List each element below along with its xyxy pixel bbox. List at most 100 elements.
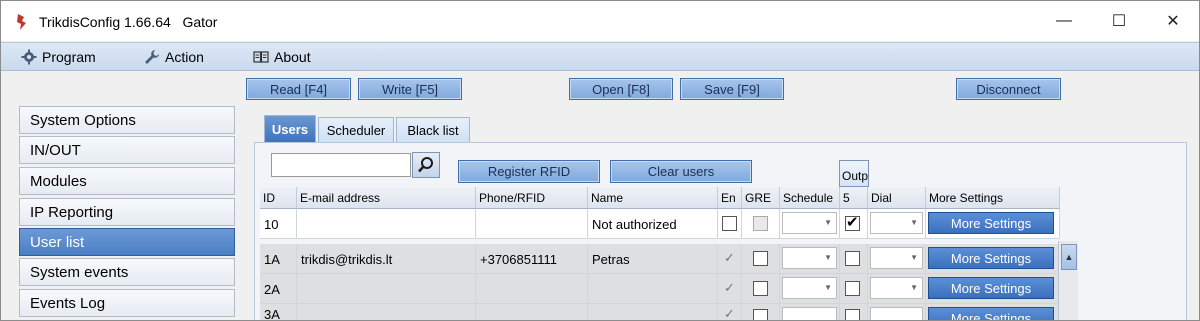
cell-name[interactable]: Petras: [588, 244, 718, 274]
sidebar-item-in-out[interactable]: IN/OUT: [19, 136, 235, 164]
sidebar-item-system-events[interactable]: System events: [19, 258, 235, 286]
menu-about[interactable]: About: [253, 49, 311, 65]
menu-program[interactable]: Program: [21, 49, 96, 65]
cell-email[interactable]: [297, 304, 476, 320]
cell-email[interactable]: [297, 209, 476, 239]
out5-checkbox[interactable]: [845, 309, 860, 320]
dial-select[interactable]: [870, 307, 923, 320]
schedule-select[interactable]: ▼: [782, 247, 837, 269]
register-rfid-button[interactable]: Register RFID: [458, 160, 600, 183]
cell-out5: [840, 304, 868, 320]
maximize-button[interactable]: ☐: [1094, 1, 1144, 41]
cell-schedule: ▼: [780, 244, 840, 274]
sidebar-item-system-options[interactable]: System Options: [19, 106, 235, 134]
cell-email[interactable]: [297, 274, 476, 304]
dropdown-arrow-icon: ▼: [824, 218, 832, 227]
cell-phone[interactable]: [476, 209, 588, 239]
search-input[interactable]: [271, 153, 411, 177]
close-button[interactable]: ✕: [1148, 1, 1198, 41]
write-button[interactable]: Write [F5]: [358, 78, 462, 100]
more-settings-button[interactable]: More Settings: [928, 212, 1054, 234]
clear-users-button[interactable]: Clear users: [610, 160, 752, 183]
tab-scheduler[interactable]: Scheduler: [318, 117, 394, 142]
column-header-phone[interactable]: Phone/RFID: [476, 187, 588, 209]
dropdown-arrow-icon: ▼: [910, 253, 918, 262]
cell-en: ✓: [718, 304, 742, 320]
table-scrollbar[interactable]: ▲: [1058, 241, 1078, 320]
cell-id[interactable]: 2A: [260, 274, 297, 304]
cell-dial: ▼: [868, 209, 926, 239]
sidebar-item-ip-reporting[interactable]: IP Reporting: [19, 198, 235, 226]
column-header-out5[interactable]: 5: [840, 187, 868, 209]
sidebar-item-modules[interactable]: Modules: [19, 167, 235, 195]
open-button[interactable]: Open [F8]: [569, 78, 673, 100]
schedule-select[interactable]: [782, 307, 837, 320]
tab-black-list[interactable]: Black list: [396, 117, 470, 142]
out5-checkbox[interactable]: ✔: [845, 214, 860, 231]
cell-en: ✓: [718, 244, 742, 274]
gre-checkbox[interactable]: [753, 216, 768, 231]
schedule-select[interactable]: ▼: [782, 277, 837, 299]
out5-checkbox[interactable]: [845, 281, 860, 296]
search-button[interactable]: [412, 152, 440, 178]
cell-name[interactable]: [588, 274, 718, 304]
sidebar-item-user-list[interactable]: User list: [19, 228, 235, 256]
cell-phone[interactable]: [476, 304, 588, 320]
dropdown-arrow-icon: ▼: [910, 283, 918, 292]
more-settings-button[interactable]: More Settings: [928, 247, 1054, 269]
out5-checkbox[interactable]: [845, 251, 860, 266]
schedule-select[interactable]: ▼: [782, 212, 837, 234]
column-header-gre[interactable]: GRE: [742, 187, 780, 209]
more-settings-button[interactable]: More Settings: [928, 307, 1054, 320]
read-button[interactable]: Read [F4]: [246, 78, 351, 100]
gre-checkbox[interactable]: [753, 251, 768, 266]
more-settings-button[interactable]: More Settings: [928, 277, 1054, 299]
checkmark-icon[interactable]: ✓: [724, 280, 735, 296]
cell-name[interactable]: Not authorized: [588, 209, 718, 239]
dial-select[interactable]: ▼: [870, 247, 923, 269]
cell-more: More Settings: [926, 244, 1060, 274]
dropdown-arrow-icon: ▼: [910, 218, 918, 227]
menu-bar: Program Action About: [1, 42, 1199, 71]
column-header-id[interactable]: ID: [260, 187, 297, 209]
dial-select[interactable]: ▼: [870, 212, 923, 234]
column-header-dial[interactable]: Dial: [868, 187, 926, 209]
cell-en: [718, 209, 742, 239]
cell-id[interactable]: 10: [260, 209, 297, 239]
column-header-more-settings[interactable]: More Settings: [926, 187, 1060, 209]
cell-id[interactable]: 3A: [260, 304, 297, 320]
column-header-schedule[interactable]: Schedule: [780, 187, 840, 209]
gre-checkbox[interactable]: [753, 281, 768, 296]
scroll-up-button[interactable]: ▲: [1061, 244, 1077, 270]
cell-schedule: ▼: [780, 274, 840, 304]
app-name: TrikdisConfig 1.66.64: [39, 14, 171, 30]
gre-checkbox[interactable]: [753, 309, 768, 320]
checkmark-icon[interactable]: ✓: [724, 306, 735, 320]
en-checkbox[interactable]: [722, 216, 737, 231]
checkmark-icon[interactable]: ✓: [724, 250, 735, 266]
output-column-button[interactable]: Outp: [839, 160, 869, 187]
disconnect-button[interactable]: Disconnect: [956, 78, 1061, 100]
cell-phone[interactable]: +3706851111: [476, 244, 588, 274]
column-header-name[interactable]: Name: [588, 187, 718, 209]
device-name: Gator: [182, 14, 218, 30]
cell-id[interactable]: 1A: [260, 244, 297, 274]
menu-action[interactable]: Action: [144, 49, 204, 65]
checkmark-icon: ✔: [846, 214, 859, 231]
cell-gre: [742, 209, 780, 239]
save-button[interactable]: Save [F9]: [680, 78, 784, 100]
cell-email[interactable]: trikdis@trikdis.lt: [297, 244, 476, 274]
column-header-email[interactable]: E-mail address: [297, 187, 476, 209]
cell-out5: ✔: [840, 209, 868, 239]
dial-select[interactable]: ▼: [870, 277, 923, 299]
dropdown-arrow-icon: ▼: [824, 253, 832, 262]
minimize-button[interactable]: —: [1039, 1, 1089, 41]
tab-users[interactable]: Users: [264, 115, 316, 142]
column-header-en[interactable]: En: [718, 187, 742, 209]
sidebar-item-events-log[interactable]: Events Log: [19, 289, 235, 317]
app-window: TrikdisConfig 1.66.64 Gator — ☐ ✕ Progra…: [0, 0, 1200, 321]
chevron-up-icon: ▲: [1064, 252, 1074, 262]
cell-phone[interactable]: [476, 274, 588, 304]
cell-out5: [840, 244, 868, 274]
cell-name[interactable]: [588, 304, 718, 320]
